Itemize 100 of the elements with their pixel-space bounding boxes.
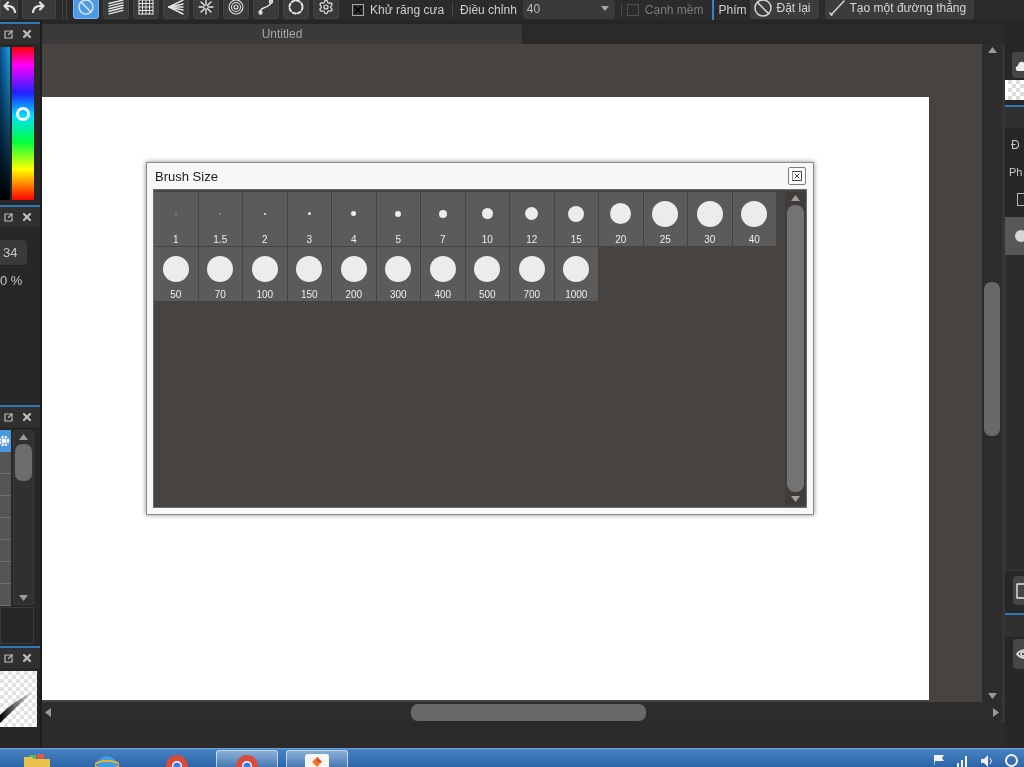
document-tab[interactable]: Untitled [42, 24, 522, 44]
close-icon [23, 213, 31, 221]
dot-icon [568, 205, 585, 222]
close-icon [792, 171, 802, 181]
folder-icon [24, 754, 50, 767]
network-icon[interactable] [957, 754, 969, 767]
popout-icon [4, 29, 13, 39]
checkbox-label: Cạnh mềm [644, 2, 704, 17]
brush-size-option[interactable]: 50 [154, 247, 198, 301]
no-sign-icon [753, 0, 772, 17]
brush-size-option[interactable]: 10 [465, 192, 509, 246]
brush-size-option[interactable]: 30 [688, 192, 732, 246]
scrollbar-thumb[interactable] [787, 205, 804, 492]
brush-size-option[interactable]: 15 [554, 192, 598, 246]
dot-icon [563, 255, 590, 282]
scrollbar-thumb[interactable] [411, 703, 646, 721]
popout-icon [4, 412, 13, 422]
dot-icon [340, 255, 367, 282]
ruler-tool-button[interactable] [223, 0, 249, 19]
hue-slider-thumb[interactable] [16, 107, 30, 122]
diagonal-line-icon [828, 0, 845, 16]
ruler-tool-button[interactable] [283, 0, 309, 19]
straight-line-button[interactable]: Tạo một đường thẳng [824, 0, 975, 19]
ruler-tool-button[interactable] [163, 0, 189, 19]
clock-icon[interactable] [1005, 754, 1018, 767]
undo-arrow-icon [2, 1, 16, 13]
brush-size-option[interactable]: 25 [643, 192, 687, 246]
dot-icon [696, 200, 723, 227]
up-arrow-icon [987, 47, 997, 53]
number-field[interactable]: 34 [0, 240, 27, 265]
dot-icon [438, 209, 447, 218]
vertical-scrollbar[interactable] [13, 430, 34, 605]
dot-icon [307, 212, 311, 215]
brush-size-option[interactable]: 150 [287, 247, 331, 301]
panel-button[interactable] [1013, 639, 1024, 669]
value-dropdown[interactable]: 40 [522, 0, 615, 19]
close-button[interactable] [788, 167, 806, 185]
up-arrow-icon [791, 195, 800, 201]
popout-icon [4, 212, 13, 222]
ruler-tool-button[interactable] [133, 0, 159, 19]
ruler-tool-button[interactable] [313, 0, 339, 19]
scrollbar-thumb[interactable] [984, 282, 1000, 436]
vertical-scrollbar[interactable] [785, 192, 806, 505]
eye-icon [1016, 648, 1024, 660]
ruler-tool-button[interactable] [103, 0, 129, 19]
dot-icon [207, 255, 234, 282]
concentric-circles-icon [228, 0, 244, 15]
redo-button[interactable] [22, 0, 56, 19]
horizontal-scrollbar[interactable] [42, 702, 1002, 722]
color-field[interactable] [0, 47, 10, 200]
percent-text: 0 % [0, 273, 23, 289]
brush-size-option[interactable]: 400 [421, 247, 465, 301]
cross-mark-icon [354, 5, 362, 14]
dot-icon [395, 210, 402, 217]
scrollbar-thumb[interactable] [15, 444, 32, 481]
brush-size-option[interactable]: 70 [198, 247, 242, 301]
close-icon [23, 654, 31, 662]
ruler-tool-button[interactable] [253, 0, 279, 19]
brush-size-option[interactable]: 12 [510, 192, 554, 246]
brush-size-option[interactable]: 7 [421, 192, 465, 246]
reset-button[interactable]: Đặt lại [749, 0, 819, 19]
panel-button[interactable] [1013, 576, 1024, 605]
settings-icon [318, 0, 334, 15]
speaker-icon[interactable] [981, 754, 993, 767]
redo-arrow-icon [32, 1, 46, 13]
checkbox[interactable] [352, 3, 364, 16]
ruler-tool-button[interactable] [193, 0, 219, 19]
brush-size-option[interactable]: 40 [732, 192, 776, 246]
taskbar-button[interactable] [286, 750, 348, 767]
converging-lines-icon [168, 0, 184, 15]
dot-icon [610, 203, 632, 224]
panel-button[interactable] [1012, 52, 1024, 78]
brush-size-option[interactable]: 4 [332, 192, 376, 246]
dot-icon [741, 200, 768, 227]
brush-size-option[interactable]: 1 [154, 192, 198, 246]
brush-size-option[interactable]: 1000 [554, 247, 598, 301]
brush-size-option[interactable]: 700 [510, 247, 554, 301]
brush-size-option[interactable]: 5 [376, 192, 420, 246]
brush-size-option[interactable]: 3 [287, 192, 331, 246]
dot-icon [652, 200, 679, 227]
no-sign-icon [78, 0, 94, 15]
undo-button[interactable] [0, 0, 18, 19]
brush-size-option[interactable]: 300 [376, 247, 420, 301]
hue-slider[interactable] [12, 47, 34, 200]
parallel-lines-icon [108, 0, 124, 15]
brush-size-option[interactable]: 500 [465, 247, 509, 301]
keys-label: Phím [718, 2, 747, 17]
taskbar-button[interactable] [216, 750, 278, 767]
brush-size-option[interactable]: 1.5 [198, 192, 242, 246]
dot-icon [251, 255, 278, 282]
round-logo-icon [165, 754, 189, 767]
settings-icon[interactable] [0, 430, 11, 452]
brush-size-option[interactable]: 2 [243, 192, 287, 246]
panel-label: Ph [1008, 165, 1024, 179]
list-row[interactable] [1005, 217, 1024, 255]
popout-icon [4, 653, 13, 663]
brush-size-option[interactable]: 200 [332, 247, 376, 301]
brush-size-option[interactable]: 100 [243, 247, 287, 301]
flag-icon[interactable] [933, 754, 945, 767]
brush-size-option[interactable]: 20 [599, 192, 643, 246]
